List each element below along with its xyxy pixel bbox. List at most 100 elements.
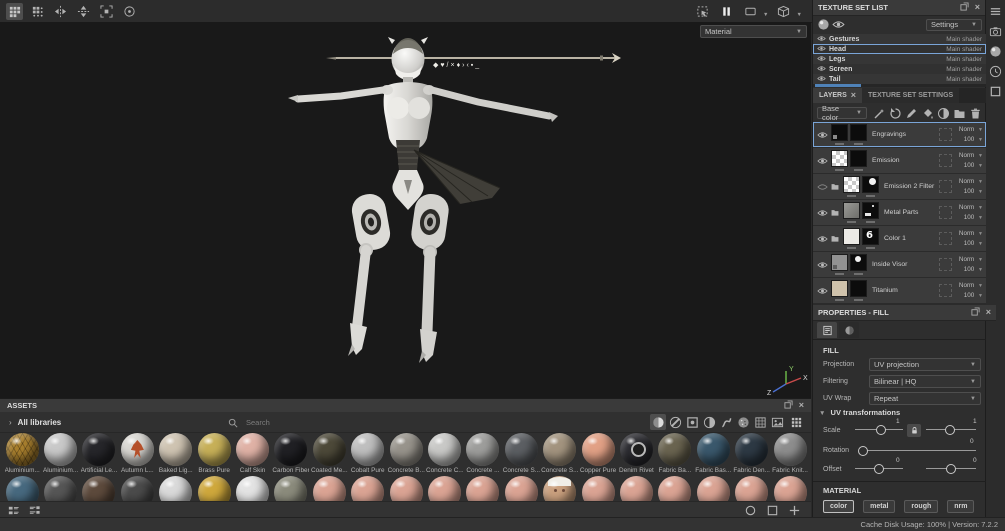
asset-item[interactable] bbox=[310, 476, 348, 501]
layer-thumbnail-black[interactable] bbox=[850, 124, 867, 141]
uv-wrap-dropdown[interactable]: Repeat ▼ bbox=[869, 392, 981, 405]
camera-icon[interactable] bbox=[987, 23, 1004, 40]
layer-mask-placeholder[interactable] bbox=[939, 206, 952, 219]
plus-icon[interactable] bbox=[786, 502, 803, 519]
layer-row[interactable]: 6 Color 1 Norm ▼ 100 ▼ bbox=[813, 226, 986, 251]
opacity-dropdown[interactable]: 100 ▼ bbox=[964, 240, 983, 247]
circle-o-icon[interactable] bbox=[742, 502, 759, 519]
blend-mode-dropdown[interactable]: Norm ▼ bbox=[959, 178, 983, 185]
layer-mask-placeholder[interactable] bbox=[939, 154, 952, 167]
opacity-dropdown[interactable]: 100 ▼ bbox=[964, 292, 983, 299]
asset-item[interactable] bbox=[540, 476, 578, 501]
scale-y-slider[interactable] bbox=[926, 425, 976, 435]
scale-lock-button[interactable] bbox=[907, 424, 921, 437]
blend-mode-dropdown[interactable]: Norm ▼ bbox=[959, 256, 983, 263]
tab-fill-properties[interactable] bbox=[817, 322, 837, 338]
texture-set-row[interactable]: Head Main shader bbox=[813, 44, 986, 54]
popout-icon[interactable] bbox=[784, 400, 793, 411]
square-dot-icon[interactable] bbox=[684, 414, 700, 430]
channel-button-nrm[interactable]: nrm bbox=[947, 500, 975, 513]
asset-item[interactable] bbox=[656, 476, 694, 501]
asset-item[interactable]: Denim Rivet bbox=[617, 433, 655, 474]
asset-item[interactable] bbox=[771, 476, 809, 501]
channel-filter-dropdown[interactable]: Base color ▼ bbox=[817, 104, 867, 122]
asset-item[interactable]: Concrete S... bbox=[540, 433, 578, 474]
asset-item[interactable]: Fabric Knit... bbox=[771, 433, 809, 474]
blend-mode-dropdown[interactable]: Norm ▼ bbox=[959, 204, 983, 211]
chevron-right-icon[interactable]: › bbox=[9, 418, 12, 427]
robot-model[interactable]: ◆♥/×♦›‹▪_ bbox=[0, 22, 811, 398]
blend-mode-dropdown[interactable]: Norm ▼ bbox=[959, 230, 983, 237]
tab-layers[interactable]: LAYERS × bbox=[813, 88, 863, 103]
filtering-dropdown[interactable]: Bilinear | HQ ▼ bbox=[869, 375, 981, 388]
asset-item[interactable]: Aluminium... bbox=[3, 433, 41, 474]
asset-item[interactable]: Concrete C... bbox=[425, 433, 463, 474]
pivot-icon[interactable] bbox=[121, 3, 138, 20]
asset-item[interactable]: Carbon Fiber bbox=[272, 433, 310, 474]
frame-center-icon[interactable] bbox=[98, 3, 115, 20]
offset-y-slider[interactable] bbox=[926, 464, 976, 474]
grid-icon[interactable] bbox=[6, 2, 23, 20]
marquee-icon[interactable] bbox=[694, 3, 711, 20]
texture-set-row[interactable]: Gestures Main shader bbox=[813, 34, 986, 44]
eye-icon[interactable] bbox=[816, 235, 829, 243]
layer-row[interactable]: Inside Visor Norm ▼ 100 ▼ bbox=[813, 252, 986, 277]
close-icon[interactable]: × bbox=[975, 3, 980, 12]
layer-thumbnail-black-glyph[interactable]: 6 bbox=[862, 228, 879, 245]
layer-thumbnail-white[interactable] bbox=[843, 228, 860, 245]
eye-icon[interactable] bbox=[816, 261, 829, 269]
asset-item[interactable] bbox=[617, 476, 655, 501]
texture-set-row[interactable]: Screen Main shader bbox=[813, 64, 986, 74]
layer-thumbnail-checker[interactable] bbox=[843, 176, 860, 193]
axis-gizmo[interactable]: Y X Z bbox=[766, 364, 810, 398]
opacity-dropdown[interactable]: 100 ▼ bbox=[964, 136, 983, 143]
layer-mask-placeholder[interactable] bbox=[939, 180, 952, 193]
asset-item[interactable]: Fabric Ba... bbox=[656, 433, 694, 474]
ball-slash-icon[interactable] bbox=[667, 414, 683, 430]
asset-item[interactable]: Autumn L... bbox=[118, 433, 156, 474]
opacity-dropdown[interactable]: 100 ▼ bbox=[964, 214, 983, 221]
blend-mode-dropdown[interactable]: Norm ▼ bbox=[959, 152, 983, 159]
symmetry-x-icon[interactable] bbox=[52, 3, 69, 20]
square-o-icon[interactable] bbox=[764, 502, 781, 519]
sphere-icon[interactable] bbox=[987, 43, 1004, 60]
asset-item[interactable] bbox=[425, 476, 463, 501]
layer-thumbnail-black-marks[interactable] bbox=[862, 202, 879, 219]
search-input[interactable] bbox=[244, 417, 548, 428]
asset-item[interactable]: Artificial Le... bbox=[80, 433, 118, 474]
rotation-slider[interactable] bbox=[857, 446, 976, 456]
asset-item[interactable] bbox=[80, 476, 118, 501]
asset-item[interactable] bbox=[694, 476, 732, 501]
layer-row[interactable]: Engravings Norm ▼ 100 ▼ bbox=[813, 122, 986, 147]
popout-icon[interactable] bbox=[960, 2, 969, 13]
layer-mask-placeholder[interactable] bbox=[939, 128, 952, 141]
asset-item[interactable] bbox=[118, 476, 156, 501]
layer-thumbnail-tan[interactable] bbox=[831, 280, 848, 297]
texture-set-scrollbar[interactable] bbox=[813, 84, 986, 87]
tab-material-properties[interactable] bbox=[839, 322, 859, 338]
asset-item[interactable] bbox=[157, 476, 195, 501]
layer-row[interactable]: Titanium Norm ▼ 100 ▼ bbox=[813, 278, 986, 303]
clock-icon[interactable] bbox=[987, 63, 1004, 80]
layer-thumbnail-gray-texture[interactable] bbox=[843, 202, 860, 219]
pencil-icon[interactable] bbox=[904, 106, 918, 120]
eye-icon[interactable] bbox=[817, 35, 826, 44]
asset-item[interactable]: Concrete B... bbox=[387, 433, 425, 474]
stroke-icon[interactable] bbox=[718, 414, 734, 430]
ball-icon[interactable] bbox=[650, 414, 666, 430]
eye-icon[interactable] bbox=[817, 75, 826, 84]
refresh-icon[interactable] bbox=[888, 106, 902, 120]
menu-icon[interactable] bbox=[987, 3, 1004, 20]
layer-row[interactable]: Metal Parts Norm ▼ 100 ▼ bbox=[813, 200, 986, 225]
channel-button-color[interactable]: color bbox=[823, 500, 855, 513]
layer-thumbnail-black-dot[interactable] bbox=[850, 254, 867, 271]
layer-thumbnail-black[interactable] bbox=[850, 150, 867, 167]
asset-item[interactable]: Fabric Bas... bbox=[694, 433, 732, 474]
list-small-icon[interactable] bbox=[5, 502, 22, 519]
close-icon[interactable]: × bbox=[986, 308, 991, 317]
folder-icon[interactable] bbox=[829, 182, 841, 191]
eye-icon[interactable] bbox=[817, 55, 826, 64]
blend-mode-dropdown[interactable]: Norm ▼ bbox=[959, 282, 983, 289]
channel-button-metal[interactable]: metal bbox=[863, 500, 896, 513]
asset-item[interactable]: Cobalt Pure bbox=[349, 433, 387, 474]
